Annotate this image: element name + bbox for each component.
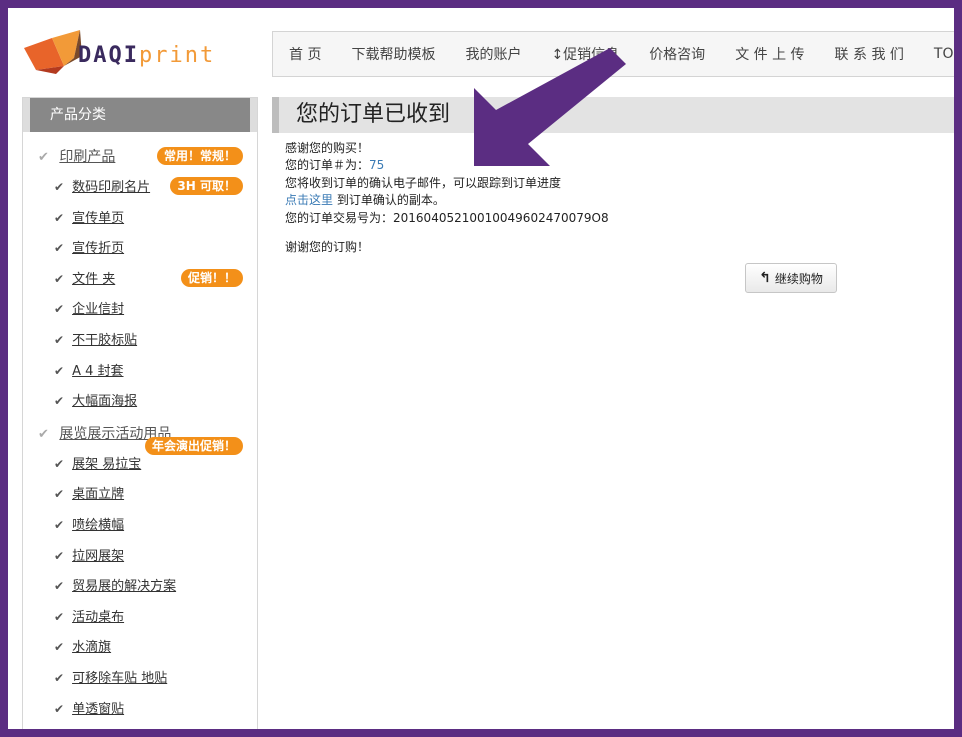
order-number-line: 您的订单＃为：75 bbox=[285, 157, 609, 174]
promo-badge: 年会演出促销！ bbox=[144, 436, 243, 455]
page-title: 您的订单已收到 bbox=[296, 102, 451, 127]
click-here-link[interactable]: 点击这里 bbox=[285, 193, 333, 207]
check-icon: ✔ bbox=[38, 426, 49, 442]
sidebar-item-label[interactable]: 水滴旗 bbox=[72, 640, 111, 655]
sidebar-item-label[interactable]: 数码印刷名片 bbox=[72, 180, 150, 195]
sidebar-item[interactable]: ✔ 企业信封 bbox=[23, 294, 257, 325]
sidebar-item[interactable]: ✔ 展架 易拉宝 年会演出促销！ bbox=[23, 436, 257, 480]
order-number-label: 您的订单＃为： bbox=[285, 158, 370, 173]
logo-daqi: DAQI bbox=[78, 43, 139, 68]
logo-mark-icon bbox=[24, 30, 82, 74]
continue-shopping-button[interactable]: ↰ 继续购物 bbox=[745, 263, 837, 293]
promo-badge: 常用！常规！ bbox=[156, 147, 243, 165]
nav-contact[interactable]: 联 系 我 们 bbox=[835, 44, 904, 64]
sidebar-item[interactable]: ✔ 贸易展的解决方案 bbox=[23, 571, 257, 602]
sidebar-item-label[interactable]: 企业信封 bbox=[72, 302, 124, 317]
sidebar-item[interactable]: ✔ 可移除车贴 地贴 bbox=[23, 663, 257, 694]
check-icon: ✔ bbox=[54, 456, 65, 471]
sidebar-item[interactable]: ✔ A 4 封套 bbox=[23, 356, 257, 387]
sidebar-item-label[interactable]: 宣传单页 bbox=[72, 211, 124, 226]
sidebar-item[interactable]: ✔ 喷绘横幅 bbox=[23, 510, 257, 541]
page-title-bar: 您的订单已收到 bbox=[272, 97, 954, 133]
continue-shopping-label: 继续购物 bbox=[774, 271, 823, 286]
promo-badge: 促销！！ bbox=[180, 268, 243, 287]
transaction-line: 您的订单交易号为：20160405210010049602470079O8 bbox=[285, 210, 609, 227]
check-icon: ✔ bbox=[54, 609, 65, 624]
nav-promotions[interactable]: ↕促销信息 bbox=[551, 44, 619, 64]
sidebar-item[interactable]: ✔ 活动桌布 bbox=[23, 602, 257, 633]
email-note: 您将收到订单的确认电子邮件，可以跟踪到订单进度 bbox=[285, 175, 562, 190]
check-icon: ✔ bbox=[54, 701, 65, 716]
sidebar-item[interactable]: ✔ 桌面立牌 bbox=[23, 479, 257, 510]
nav-pricing[interactable]: 价格咨询 bbox=[649, 44, 705, 64]
check-icon: ✔ bbox=[54, 517, 65, 532]
check-icon: ✔ bbox=[54, 302, 65, 317]
sidebar-item[interactable]: ✔ 宣传折页 bbox=[23, 233, 257, 264]
sidebar-item[interactable]: ✔ 文件 夹 促销！！ bbox=[23, 264, 257, 295]
sidebar-item-label[interactable]: 可移除车贴 地贴 bbox=[72, 671, 167, 686]
check-icon: ✔ bbox=[54, 332, 65, 347]
sidebar-item-label[interactable]: 桌面立牌 bbox=[72, 487, 124, 502]
nav-more[interactable]: TO bbox=[934, 46, 954, 62]
sidebar-item[interactable]: ✔ 单透窗贴 bbox=[23, 694, 257, 725]
nav-upload[interactable]: 文 件 上 传 bbox=[735, 44, 804, 64]
check-icon: ✔ bbox=[54, 670, 65, 685]
sidebar-item-label[interactable]: 拉网展架 bbox=[72, 549, 124, 564]
transaction-number: 20160405210010049602470079O8 bbox=[393, 210, 609, 225]
check-icon: ✔ bbox=[54, 210, 65, 225]
logo[interactable]: DAQIprint bbox=[22, 26, 222, 76]
logo-print: print bbox=[138, 43, 216, 68]
check-icon: ✔ bbox=[54, 363, 65, 378]
sidebar-item[interactable]: ✔ 数码印刷名片 3H 可取！ bbox=[23, 172, 257, 203]
sidebar-item-label[interactable]: 喷绘横幅 bbox=[72, 518, 124, 533]
check-icon: ✔ bbox=[54, 487, 65, 502]
sidebar: 产品分类 ✔ 印刷产品 常用！常规！ ✔ 数码印刷名片 3H 可取！ ✔ 宣传单页 ✔ 宣传… bbox=[22, 97, 258, 729]
sidebar-item-label[interactable]: 展架 易拉宝 bbox=[72, 457, 141, 472]
sidebar-item[interactable]: ✔ 拉网展架 bbox=[23, 541, 257, 572]
nav-home[interactable]: 首 页 bbox=[289, 44, 321, 64]
sidebar-item-label[interactable]: A 4 封套 bbox=[72, 364, 123, 379]
check-icon: ✔ bbox=[54, 271, 65, 286]
sidebar-item[interactable]: ✔ 水滴旗 bbox=[23, 632, 257, 663]
nav-templates[interactable]: 下载帮助模板 bbox=[351, 44, 435, 64]
category-printing[interactable]: ✔ 印刷产品 常用！常规！ bbox=[23, 142, 257, 172]
sidebar-item-label[interactable]: 宣传折页 bbox=[72, 241, 124, 256]
sidebar-item-label[interactable]: 大幅面海报 bbox=[72, 394, 137, 409]
confirmation-link-line: 点击这里 到订单确认的副本。 bbox=[285, 192, 609, 209]
back-arrow-icon: ↰ bbox=[759, 270, 771, 286]
order-number: 75 bbox=[369, 158, 385, 173]
check-icon: ✔ bbox=[38, 150, 49, 165]
thanks-closing: 谢谢您的订购！ bbox=[285, 240, 370, 255]
check-icon: ✔ bbox=[54, 241, 65, 256]
sidebar-item-label[interactable]: 文件 夹 bbox=[72, 272, 115, 287]
transaction-label: 您的订单交易号为： bbox=[285, 210, 394, 225]
check-icon: ✔ bbox=[54, 640, 65, 655]
category-label[interactable]: 印刷产品 bbox=[59, 149, 115, 165]
click-here-rest: 到订单确认的副本。 bbox=[333, 193, 445, 208]
sidebar-item-label[interactable]: 贸易展的解决方案 bbox=[72, 579, 176, 594]
sidebar-item-label[interactable]: 单透窗贴 bbox=[72, 702, 124, 717]
sidebar-item-label[interactable]: 活动桌布 bbox=[72, 610, 124, 625]
nav-account[interactable]: 我的账户 bbox=[465, 44, 521, 64]
check-icon: ✔ bbox=[54, 180, 65, 194]
check-icon: ✔ bbox=[54, 548, 65, 563]
page-frame: DAQIprint 首 页 下载帮助模板 我的账户 ↕促销信息 价格咨询 文 件… bbox=[8, 8, 954, 729]
sidebar-item[interactable]: ✔ 大幅面海报 bbox=[23, 386, 257, 417]
top-nav: 首 页 下载帮助模板 我的账户 ↕促销信息 价格咨询 文 件 上 传 联 系 我… bbox=[272, 31, 954, 77]
thanks-text: 感谢您的购买！ bbox=[285, 141, 370, 155]
sidebar-item[interactable]: ✔ 不干胶标贴 bbox=[23, 325, 257, 356]
sidebar-title: 产品分类 bbox=[23, 98, 257, 132]
check-icon: ✔ bbox=[54, 394, 65, 409]
sidebar-item-label[interactable]: 不干胶标贴 bbox=[72, 333, 137, 348]
check-icon: ✔ bbox=[54, 579, 65, 594]
order-confirmation: 感谢您的购买！ 您的订单＃为：75 您将收到订单的确认电子邮件，可以跟踪到订单进… bbox=[285, 140, 609, 256]
sidebar-item[interactable]: ✔ 宣传单页 bbox=[23, 203, 257, 234]
promo-badge: 3H 可取！ bbox=[170, 177, 243, 195]
logo-text: DAQIprint bbox=[78, 43, 215, 68]
